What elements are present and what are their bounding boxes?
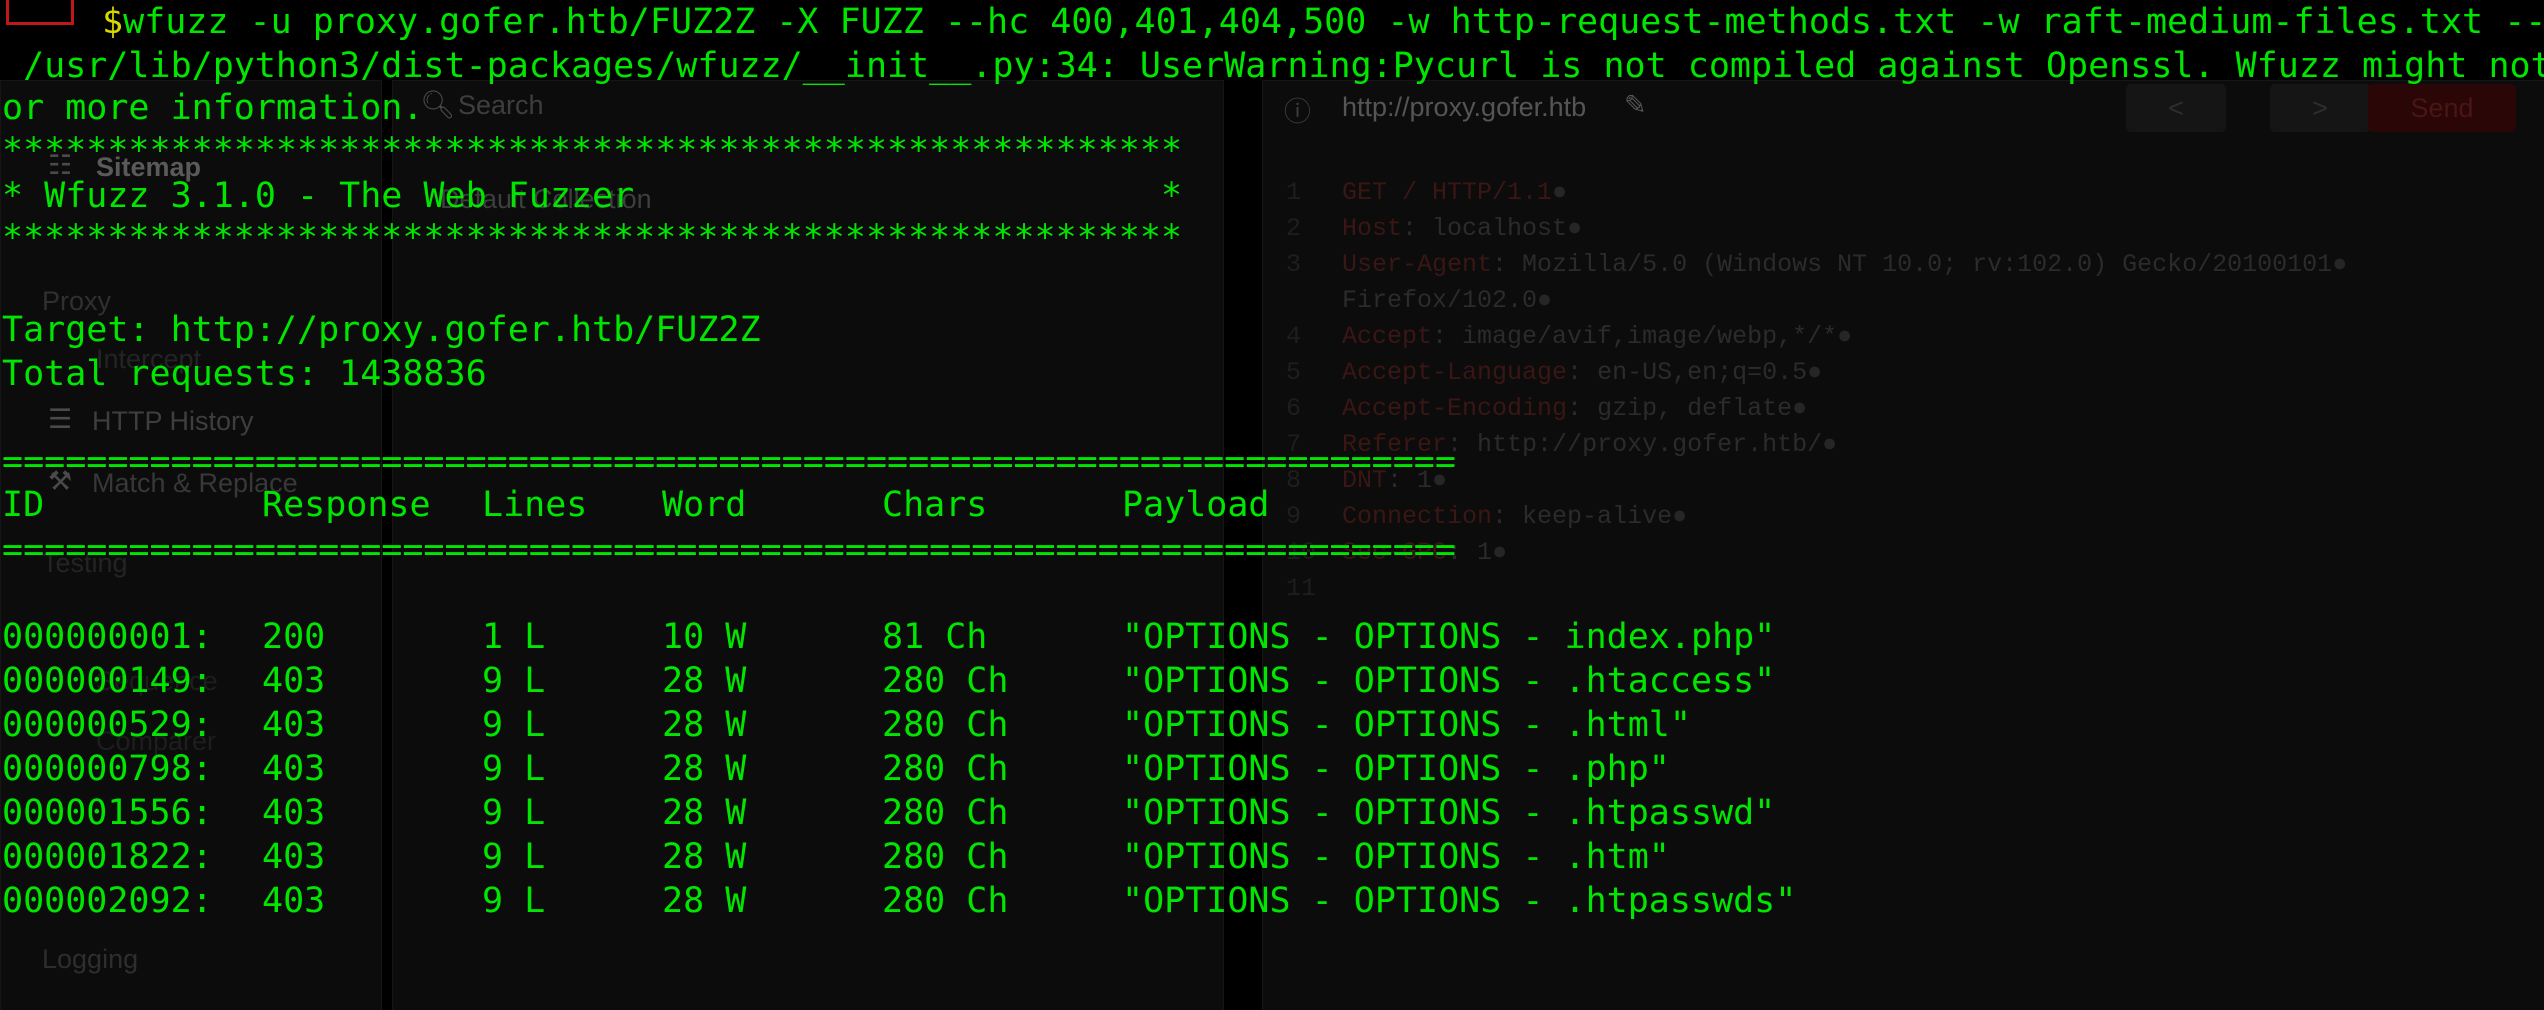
column-header-response: Response (262, 485, 431, 525)
banner-bottom: ****************************************… (2, 218, 1183, 258)
result-cell-word: 28 W (662, 881, 747, 921)
result-cell-id: 000000001: (2, 617, 213, 657)
command-text: wfuzz -u proxy.gofer.htb/FUZ2Z -X FUZZ -… (123, 2, 2544, 42)
banner-title: * Wfuzz 3.1.0 - The Web Fuzzer * (2, 176, 1183, 216)
result-cell-lines: 9 L (482, 705, 546, 745)
warning-line: /usr/lib/python3/dist-packages/wfuzz/__i… (2, 46, 2544, 86)
result-cell-payload: "OPTIONS - OPTIONS - .htaccess" (1122, 661, 1776, 701)
column-header-lines: Lines (482, 485, 588, 525)
terminal-corner-indicator (6, 0, 74, 25)
result-cell-payload: "OPTIONS - OPTIONS - .html" (1122, 705, 1691, 745)
result-row: 000001822: 403 9 L 28 W 280 Ch "OPTIONS - OPT… (0, 837, 2544, 877)
result-cell-lines: 9 L (482, 661, 546, 701)
result-cell-chars: 280 Ch (882, 837, 1009, 877)
result-cell-response: 403 (262, 749, 326, 789)
prompt-symbol: $ (102, 2, 124, 42)
terminal-window[interactable]: $wfuzz -u proxy.gofer.htb/FUZ2Z -X FUZZ … (0, 0, 2544, 1010)
result-cell-word: 28 W (662, 793, 747, 833)
result-row: 000000001: 200 1 L 10 W 81 Ch "OPTIONS - OPTI… (0, 617, 2544, 657)
result-cell-payload: "OPTIONS - OPTIONS - .htpasswd" (1122, 793, 1776, 833)
separator-top: ========================================… (2, 442, 1456, 482)
result-row: 000001556: 403 9 L 28 W 280 Ch "OPTIONS - OPT… (0, 793, 2544, 833)
result-cell-id: 000000149: (2, 661, 213, 701)
result-row: 000000529: 403 9 L 28 W 280 Ch "OPTIONS - OPT… (0, 705, 2544, 745)
result-cell-lines: 9 L (482, 793, 546, 833)
result-cell-word: 28 W (662, 705, 747, 745)
result-row: 000000798: 403 9 L 28 W 280 Ch "OPTIONS - OPT… (0, 749, 2544, 789)
result-cell-word: 28 W (662, 749, 747, 789)
warning-line-2: or more information. (2, 88, 424, 128)
result-cell-word: 28 W (662, 837, 747, 877)
result-cell-chars: 280 Ch (882, 793, 1009, 833)
banner-top: ****************************************… (2, 131, 1183, 171)
result-cell-response: 403 (262, 661, 326, 701)
result-cell-id: 000002092: (2, 881, 213, 921)
result-cell-chars: 280 Ch (882, 661, 1009, 701)
result-cell-chars: 280 Ch (882, 705, 1009, 745)
result-cell-id: 000001822: (2, 837, 213, 877)
result-cell-payload: "OPTIONS - OPTIONS - .htm" (1122, 837, 1670, 877)
result-cell-lines: 9 L (482, 749, 546, 789)
column-header-payload: Payload (1122, 485, 1270, 525)
result-cell-response: 403 (262, 837, 326, 877)
command-line: $wfuzz -u proxy.gofer.htb/FUZ2Z -X FUZZ … (102, 2, 2544, 42)
result-cell-id: 000001556: (2, 793, 213, 833)
separator-bottom: ========================================… (2, 530, 1456, 570)
result-cell-response: 403 (262, 881, 326, 921)
total-requests-line: Total requests: 1438836 (2, 354, 487, 394)
target-line: Target: http://proxy.gofer.htb/FUZ2Z (2, 310, 761, 350)
column-header-word: Word (662, 485, 747, 525)
result-cell-response: 403 (262, 705, 326, 745)
desktop-screen: 🔍︎ Search ☷ Sitemap Default Collection P… (0, 0, 2544, 1010)
result-cell-lines: 9 L (482, 881, 546, 921)
result-cell-payload: "OPTIONS - OPTIONS - index.php" (1122, 617, 1776, 657)
result-cell-chars: 81 Ch (882, 617, 988, 657)
result-cell-chars: 280 Ch (882, 881, 1009, 921)
result-cell-response: 403 (262, 793, 326, 833)
result-cell-id: 000000529: (2, 705, 213, 745)
result-cell-id: 000000798: (2, 749, 213, 789)
result-cell-word: 10 W (662, 617, 747, 657)
result-cell-lines: 9 L (482, 837, 546, 877)
result-cell-payload: "OPTIONS - OPTIONS - .php" (1122, 749, 1670, 789)
result-cell-response: 200 (262, 617, 326, 657)
result-cell-word: 28 W (662, 661, 747, 701)
result-row: 000000149: 403 9 L 28 W 280 Ch "OPTIONS - OPT… (0, 661, 2544, 701)
result-row: 000002092: 403 9 L 28 W 280 Ch "OPTIONS - OPT… (0, 881, 2544, 921)
result-cell-payload: "OPTIONS - OPTIONS - .htpasswds" (1122, 881, 1797, 921)
column-header-chars: Chars (882, 485, 988, 525)
result-cell-chars: 280 Ch (882, 749, 1009, 789)
results-header-row: ID Response Lines Word Chars Payload (0, 485, 2544, 525)
result-cell-lines: 1 L (482, 617, 546, 657)
column-header-id: ID (2, 485, 45, 525)
